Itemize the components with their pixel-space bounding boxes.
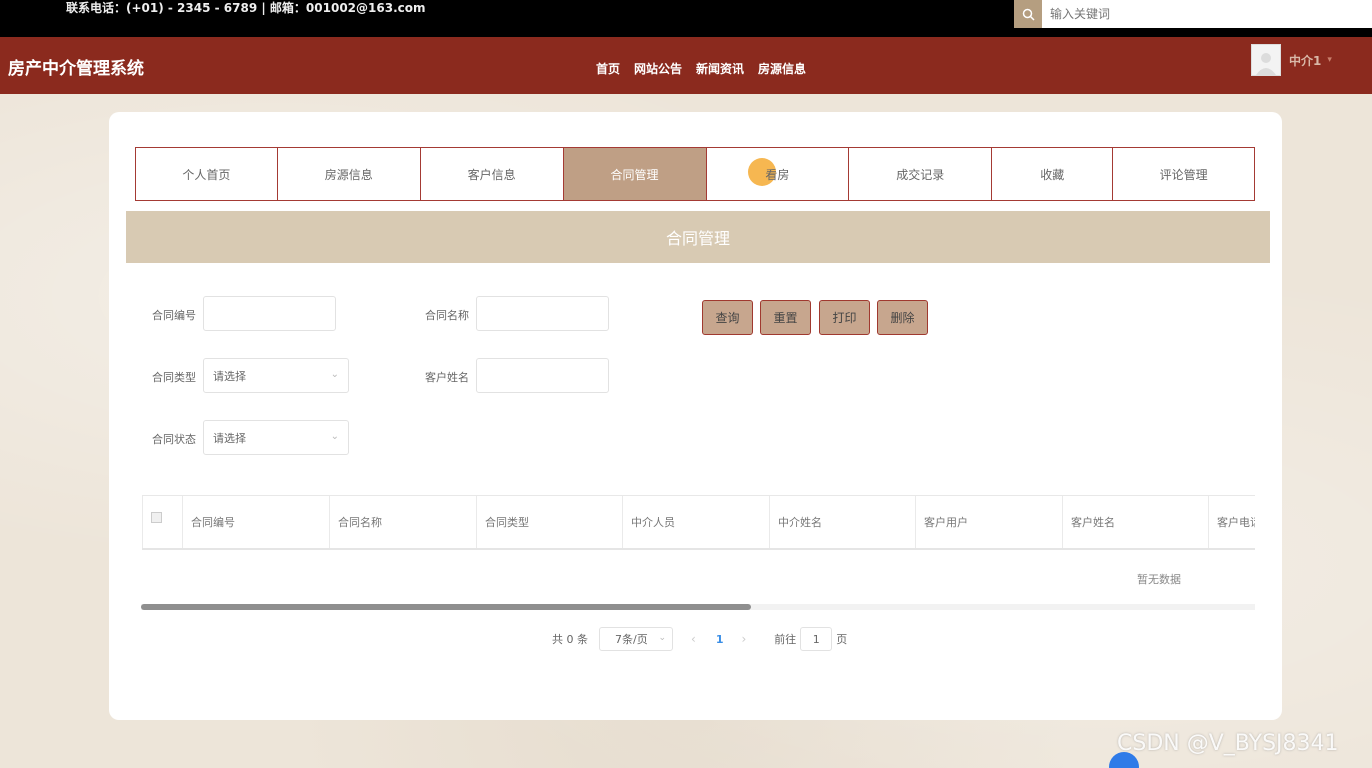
contract-name-label: 合同名称 bbox=[425, 309, 469, 322]
site-header: 房产中介管理系统 首页 网站公告 新闻资讯 房源信息 中介1 ▾ bbox=[0, 37, 1372, 94]
goto-label: 前往 bbox=[774, 633, 797, 646]
pagination: 共 0 条 7条/页 ⌄ ‹ 1 › 前往 1 页 bbox=[552, 626, 847, 652]
customer-name-label: 客户姓名 bbox=[425, 371, 469, 384]
contract-no-label: 合同编号 bbox=[152, 309, 196, 322]
nav-news[interactable]: 新闻资讯 bbox=[696, 60, 744, 77]
top-contact-bar: 联系电话：(+01) - 2345 - 6789 | 邮箱：001002@163… bbox=[0, 0, 1372, 37]
watermark: CSDN @V_BYSJ8341 bbox=[1117, 731, 1339, 756]
nav-announcements[interactable]: 网站公告 bbox=[634, 60, 682, 77]
main-card: 个人首页 房源信息 客户信息 合同管理 看房 成交记录 收藏 评论管理 合同管理… bbox=[109, 112, 1282, 720]
chevron-down-icon: ⌄ bbox=[330, 431, 339, 442]
contract-table: 合同编号 合同名称 合同类型 中介人员 中介姓名 客户用户 客户姓名 客户电话 bbox=[142, 495, 1255, 550]
contract-status-select[interactable]: 请选择 ⌄ bbox=[203, 420, 349, 455]
column-header[interactable]: 中介人员 bbox=[622, 496, 769, 548]
contract-status-label: 合同状态 bbox=[152, 433, 196, 446]
nav-home[interactable]: 首页 bbox=[596, 60, 620, 77]
user-menu[interactable]: 中介1 ▾ bbox=[1251, 44, 1332, 76]
chevron-down-icon: ⌄ bbox=[330, 369, 339, 380]
user-name[interactable]: 中介1 bbox=[1289, 52, 1321, 69]
select-all-checkbox[interactable] bbox=[151, 512, 162, 523]
customer-name-input[interactable] bbox=[476, 358, 609, 393]
page-unit-label: 页 bbox=[836, 633, 848, 646]
search-input[interactable] bbox=[1042, 0, 1362, 28]
column-header[interactable]: 客户姓名 bbox=[1062, 496, 1208, 548]
contract-no-input[interactable] bbox=[203, 296, 336, 331]
contact-info: 联系电话：(+01) - 2345 - 6789 | 邮箱：001002@163… bbox=[66, 1, 426, 15]
current-page[interactable]: 1 bbox=[716, 633, 724, 646]
chevron-down-icon: ⌄ bbox=[658, 633, 666, 643]
empty-state-text: 暂无数据 bbox=[1137, 573, 1181, 586]
total-count: 共 0 条 bbox=[552, 633, 588, 646]
chevron-down-icon[interactable]: ▾ bbox=[1327, 55, 1332, 65]
query-button[interactable]: 查询 bbox=[702, 300, 753, 335]
tab-customers[interactable]: 客户信息 bbox=[419, 147, 564, 201]
goto-page-input[interactable]: 1 bbox=[800, 627, 833, 651]
tab-properties[interactable]: 房源信息 bbox=[276, 147, 421, 201]
column-header[interactable]: 合同类型 bbox=[476, 496, 622, 548]
delete-button[interactable]: 删除 bbox=[877, 300, 928, 335]
print-button[interactable]: 打印 bbox=[819, 300, 870, 335]
site-title: 房产中介管理系统 bbox=[8, 59, 144, 79]
horizontal-scrollbar-thumb[interactable] bbox=[141, 604, 751, 610]
center-tabs: 个人首页 房源信息 客户信息 合同管理 看房 成交记录 收藏 评论管理 bbox=[135, 147, 1256, 201]
column-header[interactable]: 合同名称 bbox=[329, 496, 476, 548]
next-page-icon[interactable]: › bbox=[741, 632, 746, 646]
contract-type-select[interactable]: 请选择 ⌄ bbox=[203, 358, 349, 393]
column-header[interactable]: 客户用户 bbox=[915, 496, 1062, 548]
tab-comments[interactable]: 评论管理 bbox=[1112, 147, 1256, 201]
reset-button[interactable]: 重置 bbox=[760, 300, 811, 335]
page-size-value: 7条/页 bbox=[615, 633, 648, 646]
avatar[interactable] bbox=[1251, 44, 1281, 76]
search-box[interactable] bbox=[1014, 0, 1372, 28]
column-header[interactable]: 合同编号 bbox=[182, 496, 329, 548]
tab-contracts[interactable]: 合同管理 bbox=[562, 147, 707, 201]
select-all-cell bbox=[142, 496, 182, 548]
contract-name-input[interactable] bbox=[476, 296, 609, 331]
prev-page-icon[interactable]: ‹ bbox=[691, 632, 696, 646]
contract-status-value: 请选择 bbox=[213, 431, 246, 445]
column-header[interactable]: 客户电话 bbox=[1208, 496, 1255, 548]
tab-deals[interactable]: 成交记录 bbox=[848, 147, 993, 201]
tab-favorites[interactable]: 收藏 bbox=[991, 147, 1114, 201]
search-icon[interactable] bbox=[1014, 0, 1042, 28]
tab-viewings[interactable]: 看房 bbox=[705, 147, 850, 201]
nav-properties[interactable]: 房源信息 bbox=[758, 60, 806, 77]
main-nav: 首页 网站公告 新闻资讯 房源信息 bbox=[596, 60, 806, 77]
tab-personal-home[interactable]: 个人首页 bbox=[135, 147, 278, 201]
page-size-select[interactable]: 7条/页 ⌄ bbox=[599, 627, 673, 651]
contract-type-label: 合同类型 bbox=[152, 371, 196, 384]
column-header[interactable]: 中介姓名 bbox=[769, 496, 915, 548]
page-title: 合同管理 bbox=[126, 211, 1270, 263]
contract-type-value: 请选择 bbox=[213, 369, 246, 383]
